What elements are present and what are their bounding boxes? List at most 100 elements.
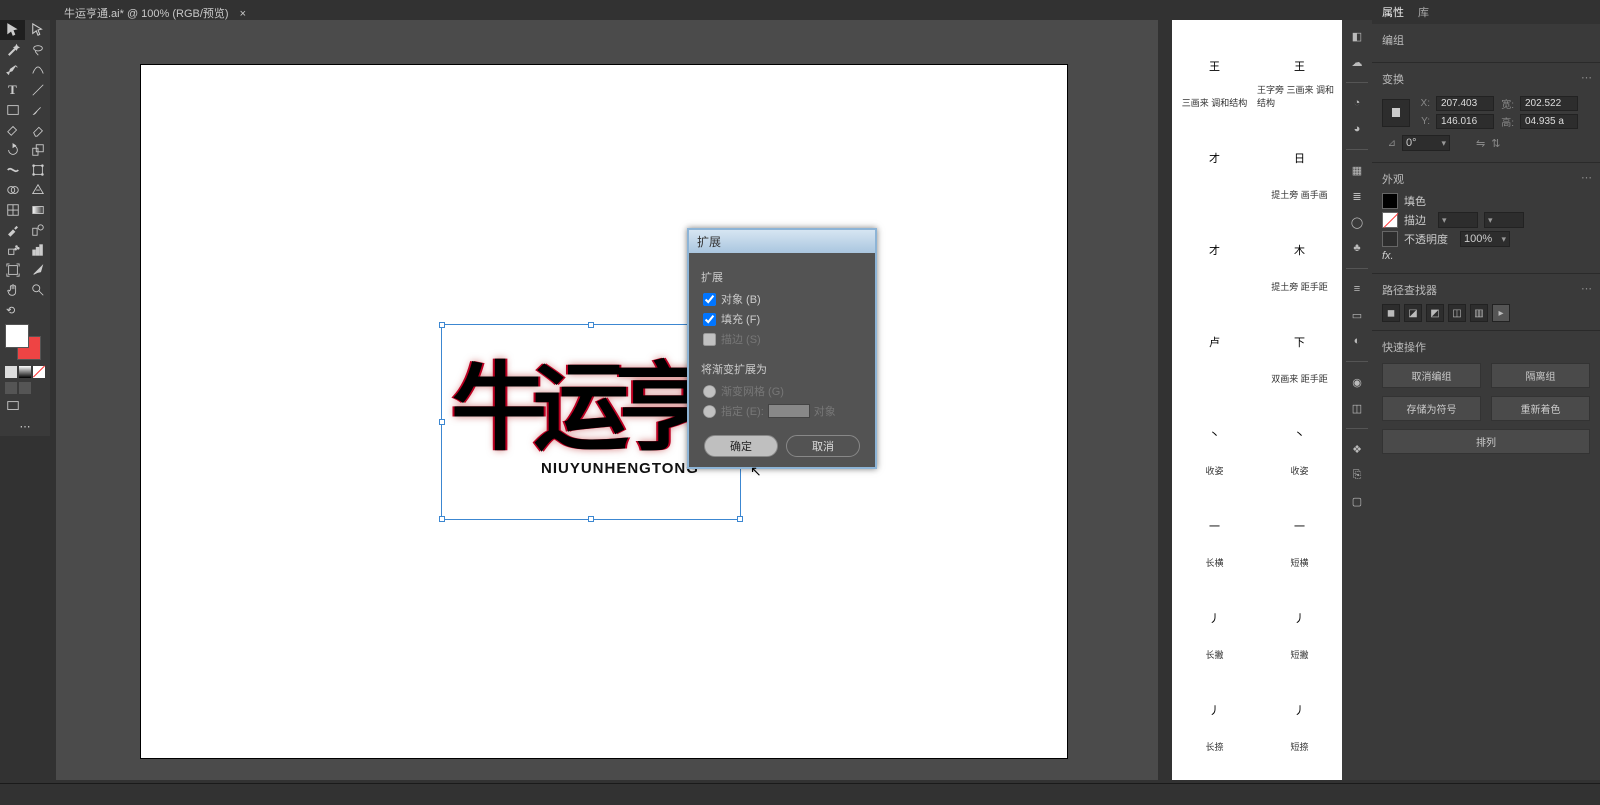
close-icon[interactable]: × xyxy=(240,8,246,20)
blend-tool[interactable] xyxy=(25,220,50,240)
handle-tl[interactable] xyxy=(439,322,445,328)
rectangle-tool[interactable] xyxy=(0,100,25,120)
opacity-swatch[interactable] xyxy=(1382,231,1398,247)
brush-cell[interactable]: 王王字旁 三画来 调和结构 xyxy=(1257,20,1342,112)
layers-icon[interactable]: ❖ xyxy=(1347,439,1367,459)
dialog-title[interactable]: 扩展 xyxy=(689,230,875,253)
perspective-tool[interactable] xyxy=(25,180,50,200)
w-input[interactable]: 202.522 xyxy=(1520,96,1578,111)
shaper-tool[interactable] xyxy=(0,120,25,140)
x-input[interactable]: 207.403 xyxy=(1436,96,1494,111)
brush-cell[interactable]: 木提土旁 距手距 xyxy=(1257,204,1342,296)
slice-tool[interactable] xyxy=(25,260,50,280)
y-input[interactable]: 146.016 xyxy=(1436,114,1494,129)
brush-cell[interactable]: 下双画来 距手距 xyxy=(1257,296,1342,388)
appearance-more-icon[interactable]: ⋯ xyxy=(1581,171,1592,184)
brush-cell[interactable]: 王三画来 调和结构 xyxy=(1172,20,1257,112)
clover-icon[interactable]: ♣ xyxy=(1347,238,1367,258)
tab-libraries[interactable]: 库 xyxy=(1418,4,1429,20)
draw-normal[interactable] xyxy=(5,382,17,394)
eyedropper-tool[interactable] xyxy=(0,220,25,240)
brush-cell[interactable]: 卢 xyxy=(1172,296,1257,388)
brush-cell[interactable]: 一短横 xyxy=(1257,480,1342,572)
opt-object-check[interactable] xyxy=(703,293,716,306)
column-graph-tool[interactable] xyxy=(25,240,50,260)
opt-fill[interactable]: 填充 (F) xyxy=(703,311,863,327)
tab-properties[interactable]: 属性 xyxy=(1382,4,1404,20)
eraser-tool[interactable] xyxy=(25,120,50,140)
hand-tool[interactable] xyxy=(0,280,25,300)
brush-cell[interactable]: 一长横 xyxy=(1172,480,1257,572)
brushes-icon[interactable]: ≣ xyxy=(1347,186,1367,206)
edit-toolbar[interactable]: ⋯ xyxy=(0,416,50,436)
direct-selection-tool[interactable] xyxy=(25,20,50,40)
selection-tool[interactable] xyxy=(0,20,25,40)
none-mode[interactable] xyxy=(33,366,45,378)
brush-cell[interactable]: 才 xyxy=(1172,112,1257,204)
stroke-icon[interactable]: ≡ xyxy=(1347,279,1367,299)
stroke-profile[interactable] xyxy=(1484,212,1524,228)
zoom-tool[interactable] xyxy=(25,280,50,300)
brush-cell[interactable]: 才 xyxy=(1172,204,1257,296)
arrange-button[interactable]: 排列 xyxy=(1382,429,1590,454)
transparency-icon[interactable]: ◐ xyxy=(1347,331,1367,351)
unite-icon[interactable]: ◼ xyxy=(1382,304,1400,322)
recolor-button[interactable]: 重新着色 xyxy=(1491,396,1590,421)
brush-cell[interactable]: 丿短撇 xyxy=(1257,572,1342,664)
symbols-icon[interactable]: ◯ xyxy=(1347,212,1367,232)
cancel-button[interactable]: 取消 xyxy=(786,435,860,457)
fill-stroke-swatches[interactable] xyxy=(5,324,45,360)
fill-swatch[interactable] xyxy=(5,324,29,348)
h-input[interactable]: 04.935 a xyxy=(1520,114,1578,129)
brush-cell[interactable]: 丶收姿 xyxy=(1172,388,1257,480)
color-icon[interactable]: ◔ xyxy=(1347,93,1367,113)
handle-ml[interactable] xyxy=(439,419,445,425)
brush-library-panel[interactable]: 王三画来 调和结构王王字旁 三画来 调和结构才日提土旁 画手画才木提土旁 距手距… xyxy=(1172,20,1342,780)
scale-tool[interactable] xyxy=(25,140,50,160)
graphic-styles-icon[interactable]: ◫ xyxy=(1347,398,1367,418)
screen-mode-tool[interactable] xyxy=(0,396,25,416)
brush-cell[interactable]: 丿长捺 xyxy=(1172,664,1257,756)
ungroup-button[interactable]: 取消编组 xyxy=(1382,363,1481,388)
gradient-panel-icon[interactable]: ▭ xyxy=(1347,305,1367,325)
opacity-input[interactable]: 100% xyxy=(1460,231,1510,247)
reference-point[interactable] xyxy=(1382,99,1410,127)
align-more-icon[interactable]: ⋯ xyxy=(1581,282,1592,295)
minus-front-icon[interactable]: ◪ xyxy=(1404,304,1422,322)
properties-icon[interactable]: ◧ xyxy=(1347,26,1367,46)
free-transform-tool[interactable] xyxy=(25,160,50,180)
handle-br[interactable] xyxy=(737,516,743,522)
gradient-tool[interactable] xyxy=(25,200,50,220)
angle-input[interactable]: 0° xyxy=(1402,135,1450,151)
expand-btn-icon[interactable]: ▸ xyxy=(1492,304,1510,322)
color-guide-icon[interactable]: ◕ xyxy=(1347,119,1367,139)
handle-bl[interactable] xyxy=(439,516,445,522)
divide-icon[interactable]: ▥ xyxy=(1470,304,1488,322)
shape-builder-tool[interactable] xyxy=(0,180,25,200)
width-tool[interactable] xyxy=(0,160,25,180)
brush-cell[interactable]: 丿长撇 xyxy=(1172,572,1257,664)
intersect-icon[interactable]: ◩ xyxy=(1426,304,1444,322)
magic-wand-tool[interactable] xyxy=(0,40,25,60)
curvature-tool[interactable] xyxy=(25,60,50,80)
ok-button[interactable]: 确定 xyxy=(704,435,778,457)
handle-tm[interactable] xyxy=(588,322,594,328)
asset-export-icon[interactable]: ⎘ xyxy=(1347,465,1367,485)
line-tool[interactable] xyxy=(25,80,50,100)
type-tool[interactable]: T xyxy=(0,80,25,100)
brush-cell[interactable]: 丶收姿 xyxy=(1257,388,1342,480)
lasso-tool[interactable] xyxy=(25,40,50,60)
fx-button[interactable]: fx. xyxy=(1382,250,1394,262)
canvas-area[interactable]: 牛运亨 NIUYUNHENGTONG xyxy=(56,20,1158,780)
stroke-swatch-prop[interactable] xyxy=(1382,212,1398,228)
brush-cell[interactable]: 日提土旁 画手画 xyxy=(1257,112,1342,204)
pen-tool[interactable] xyxy=(0,60,25,80)
artboards-icon[interactable]: ▢ xyxy=(1347,491,1367,511)
swatches-icon[interactable]: ▦ xyxy=(1347,160,1367,180)
rotate-tool[interactable] xyxy=(0,140,25,160)
symbol-sprayer-tool[interactable] xyxy=(0,240,25,260)
transform-more-icon[interactable]: ⋯ xyxy=(1581,71,1592,84)
handle-bm[interactable] xyxy=(588,516,594,522)
solid-mode[interactable] xyxy=(5,366,17,378)
libraries-icon[interactable]: ☁ xyxy=(1347,52,1367,72)
